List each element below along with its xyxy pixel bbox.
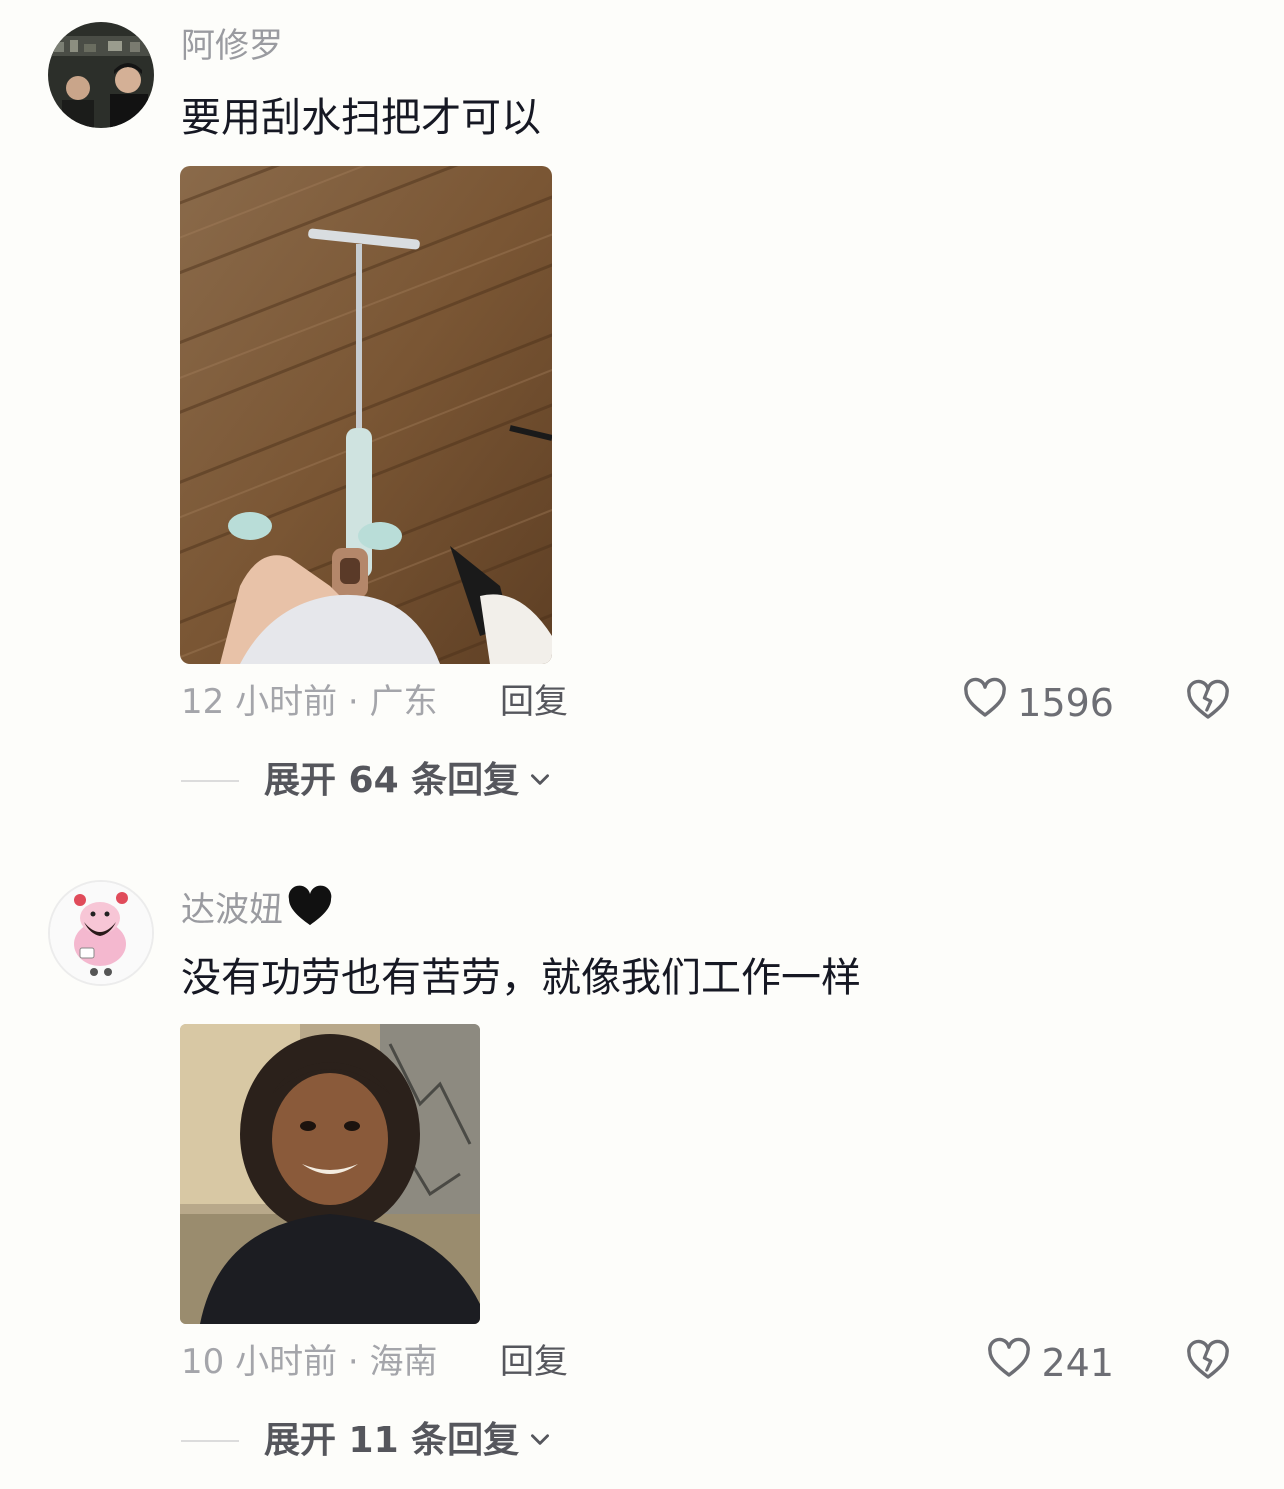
dislike-button[interactable]: [1184, 676, 1232, 724]
avatar[interactable]: [48, 22, 154, 128]
comment-item: 达波妞 没有功劳也有苦劳，就像我们工作一样 10 小时前 · 海南 回复 241…: [0, 860, 1284, 1489]
expand-replies-label: 展开 64 条回复: [264, 760, 520, 801]
broken-heart-icon: [1184, 679, 1232, 728]
avatar[interactable]: [48, 880, 154, 986]
comment-image[interactable]: [180, 1024, 480, 1324]
like-count: 241: [1041, 1340, 1114, 1385]
like-button[interactable]: 241: [985, 1334, 1114, 1391]
comment-text: 没有功劳也有苦劳，就像我们工作一样: [181, 955, 861, 1001]
username[interactable]: 达波妞: [181, 884, 333, 939]
reply-button[interactable]: 回复: [500, 680, 568, 724]
like-button[interactable]: 1596: [961, 674, 1114, 731]
chevron-down-icon: [519, 1418, 553, 1464]
username-text: 达波妞: [181, 890, 283, 930]
dislike-button[interactable]: [1184, 1336, 1232, 1384]
chevron-down-icon: [519, 758, 553, 804]
comment-timestamp-location: 10 小时前 · 海南: [181, 1342, 438, 1382]
heart-icon: [961, 674, 1017, 731]
username[interactable]: 阿修罗: [181, 24, 283, 68]
expand-replies-label: 展开 11 条回复: [264, 1420, 520, 1461]
divider: [181, 780, 239, 782]
broken-heart-icon: [1184, 1339, 1232, 1388]
black-heart-icon: [287, 884, 333, 939]
expand-replies-button[interactable]: 展开 64 条回复: [264, 758, 553, 804]
expand-replies-button[interactable]: 展开 11 条回复: [264, 1418, 553, 1464]
comment-timestamp-location: 12 小时前 · 广东: [181, 682, 438, 722]
reply-button[interactable]: 回复: [500, 1340, 568, 1384]
comment-text: 要用刮水扫把才可以: [181, 95, 541, 141]
heart-icon: [985, 1334, 1041, 1391]
divider: [181, 1440, 239, 1442]
comment-image[interactable]: [180, 166, 552, 664]
comment-item: 阿修罗 要用刮水扫把才可以 12 小时前 · 广东 回复 1596 展开 64 …: [0, 0, 1284, 820]
like-count: 1596: [1017, 680, 1114, 725]
